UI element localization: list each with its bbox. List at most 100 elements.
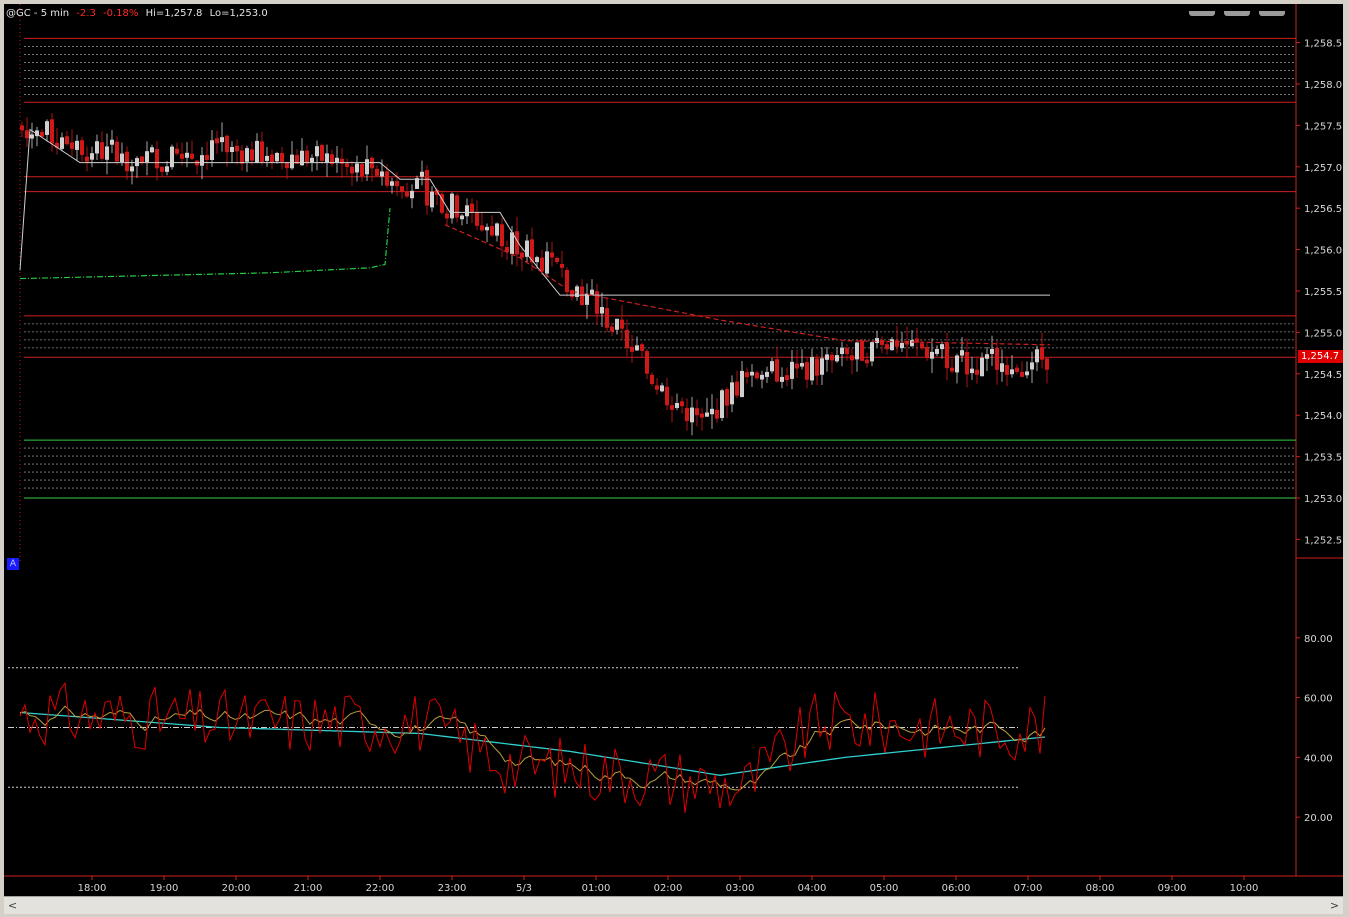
time-tick-label: 5/3: [516, 883, 532, 894]
candle-body: [900, 342, 904, 349]
candle-body: [430, 191, 434, 208]
candle-body: [825, 354, 829, 360]
candle-body: [230, 147, 234, 152]
price-tick-label: 1,257.5: [1304, 121, 1342, 132]
time-tick-label: 06:00: [942, 883, 971, 894]
time-tick-label: 10:00: [1230, 883, 1259, 894]
candle-body: [1020, 371, 1024, 377]
candle-body: [165, 166, 169, 172]
scroll-left-arrow-icon[interactable]: <: [4, 897, 21, 914]
candle-body: [630, 346, 634, 352]
candle-body: [1030, 362, 1034, 370]
chart-area[interactable]: 1,258.5 1,258.0 1,257.5 1,257.0 1,256.5 1,256…: [4, 4, 1343, 896]
time-tick-label: 02:00: [654, 883, 683, 894]
candle-body: [730, 382, 734, 405]
candle-body: [800, 363, 804, 367]
candle-body: [455, 195, 459, 218]
price-tick-label: 1,257.0: [1304, 163, 1342, 174]
candle-body: [760, 374, 764, 380]
candle-body: [635, 345, 639, 351]
candle-body: [270, 154, 274, 163]
candle-body: [135, 158, 139, 167]
candle-body: [125, 151, 129, 172]
low-value: Lo=1,253.0: [209, 8, 268, 19]
last-price-tag: 1,254.7: [1298, 350, 1343, 363]
candle-body: [665, 386, 669, 406]
candle-body: [1025, 371, 1029, 376]
time-tick-label: 03:00: [726, 883, 755, 894]
candle-body: [640, 344, 644, 351]
candle-body: [780, 376, 784, 382]
candle-body: [845, 347, 849, 355]
candle-body: [25, 130, 29, 139]
candle-body: [685, 407, 689, 422]
candle-body: [45, 121, 49, 135]
candle-body: [560, 263, 564, 268]
candle-body: [840, 347, 844, 354]
candle-body: [810, 357, 814, 381]
candle-body: [550, 252, 554, 258]
candle-body: [450, 193, 454, 219]
candle-body: [790, 361, 794, 379]
candle-body: [410, 190, 414, 199]
maximize-button[interactable]: [1223, 11, 1250, 16]
candle-body: [495, 223, 499, 236]
vwap-line: [19, 208, 391, 280]
candle-body: [400, 186, 404, 192]
horizontal-scrollbar[interactable]: < >: [4, 896, 1343, 914]
vwap-line-2: [444, 224, 1051, 346]
candle-body: [20, 125, 24, 131]
candle-body: [625, 329, 629, 349]
candle-body: [90, 153, 94, 160]
candle-body: [120, 153, 124, 162]
candle-body: [580, 286, 584, 306]
candle-body: [1010, 369, 1014, 375]
candle-body: [995, 347, 999, 370]
candle-body: [650, 374, 654, 384]
price-tick-label: 1,253.5: [1304, 453, 1342, 464]
oscillator-tick-label: 80.00: [1304, 634, 1333, 645]
candle-body: [315, 146, 319, 157]
candle-body: [815, 358, 819, 376]
candle-body: [70, 142, 74, 149]
candle-body: [1000, 363, 1004, 372]
candle-body: [180, 153, 184, 159]
candle-body: [345, 163, 349, 168]
candle-body: [820, 358, 824, 375]
candle-body: [775, 359, 779, 382]
alert-marker[interactable]: A: [7, 558, 19, 570]
candle-body: [880, 339, 884, 345]
candle-body: [245, 148, 249, 162]
candle-body: [1040, 347, 1044, 360]
high-value: Hi=1,257.8: [145, 8, 203, 19]
candle-body: [990, 348, 994, 354]
candle-body: [30, 134, 34, 139]
candle-body: [110, 139, 114, 145]
candle-body: [100, 142, 104, 159]
change-percent: -0.18%: [103, 8, 139, 19]
candle-body: [645, 351, 649, 374]
candle-body: [655, 385, 659, 390]
candle-body: [205, 155, 209, 160]
chart-svg[interactable]: 1,258.5 1,258.0 1,257.5 1,257.0 1,256.5 1,256…: [4, 4, 1343, 896]
candle-body: [215, 138, 219, 144]
symbol-label: @GC - 5 min: [6, 8, 70, 19]
candle-body: [275, 152, 279, 162]
minimize-button[interactable]: [1188, 11, 1215, 16]
candle-body: [795, 363, 799, 369]
candle-body: [375, 168, 379, 176]
candle-body: [185, 152, 189, 158]
candle-body: [50, 119, 54, 144]
scroll-right-arrow-icon[interactable]: >: [1326, 897, 1343, 914]
candle-body: [690, 407, 694, 423]
time-tick-label: 04:00: [798, 883, 827, 894]
candle-body: [105, 146, 109, 160]
candle-body: [150, 147, 154, 153]
time-tick-label: 20:00: [222, 883, 251, 894]
candle-body: [540, 257, 544, 272]
chart-window: 1,258.5 1,258.0 1,257.5 1,257.0 1,256.5 1,256…: [0, 0, 1349, 917]
oscillator-mid-line: [19, 705, 1046, 791]
candle-body: [715, 409, 719, 419]
candle-body: [85, 156, 89, 162]
close-button[interactable]: [1259, 11, 1285, 16]
